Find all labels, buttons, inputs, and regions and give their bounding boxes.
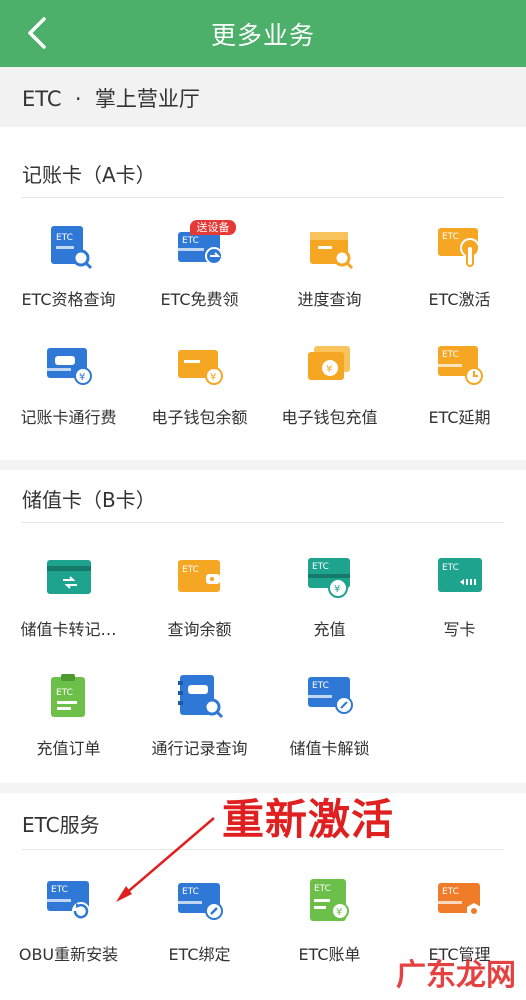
section-title-c: ETC服务: [22, 813, 100, 837]
etc-card-refresh-icon: ETC: [47, 881, 90, 920]
etc-card-gear-icon: ETC: [438, 883, 481, 919]
car-card-yuan-icon: ¥: [47, 348, 92, 385]
item-progress-query[interactable]: 进度查询: [264, 224, 395, 334]
item-label: 通行记录查询: [151, 739, 248, 758]
etc-card-recharge-icon: ETC ¥: [308, 558, 350, 598]
item-label: ETC延期: [428, 408, 491, 427]
etc-card-link-icon: ETC: [178, 883, 223, 920]
svg-text:ETC: ETC: [442, 887, 459, 897]
svg-text:ETC: ETC: [442, 563, 459, 573]
item-etc-free-get[interactable]: ETC ETC免费领: [134, 224, 265, 334]
section-title-a: 记账卡（A卡）: [22, 163, 156, 187]
item-label: 充值: [313, 620, 346, 639]
watermark: 广东龙网: [396, 958, 516, 993]
item-recharge-order[interactable]: ETC 充值订单: [3, 673, 134, 783]
divider: [22, 849, 504, 850]
page-title: 更多业务: [210, 21, 315, 50]
car-notebook-search-icon: [178, 675, 224, 719]
etc-wallet-icon: ETC: [178, 560, 220, 592]
app-header: 更多业务: [0, 0, 526, 67]
item-etc-activate[interactable]: ETC ETC激活: [394, 224, 525, 334]
item-label: OBU重新安装: [18, 945, 119, 964]
item-etc-bill[interactable]: ETC ¥ ETC账单: [264, 879, 395, 989]
svg-text:ETC: ETC: [442, 350, 459, 360]
etc-card-key-icon: ETC: [308, 677, 353, 714]
item-label: ETC绑定: [168, 945, 231, 964]
svg-text:¥: ¥: [79, 372, 85, 383]
item-etc-bind[interactable]: ETC ETC绑定: [134, 879, 265, 989]
item-obu-reinstall[interactable]: ETC OBU重新安装: [3, 879, 134, 989]
section-a-card: 记账卡（A卡） ETC ETC资格查询 ETC ETC免费领 进度查询 ETC …: [0, 127, 526, 460]
clipboard-etc-icon: ETC: [51, 674, 85, 717]
annotation-text: 重新激活: [222, 795, 395, 844]
item-label: 储值卡解锁: [289, 739, 370, 758]
item-label: 记账卡通行费: [20, 408, 117, 427]
item-etc-extend[interactable]: ETC ETC延期: [394, 342, 525, 452]
svg-text:ETC: ETC: [51, 885, 68, 895]
item-label: 进度查询: [297, 290, 362, 309]
cards-yuan-icon: ¥: [308, 346, 350, 380]
svg-text:ETC: ETC: [312, 562, 329, 572]
gift-device-badge: 送设备: [190, 220, 236, 235]
item-wallet-recharge[interactable]: ¥ 电子钱包充值: [264, 342, 395, 452]
item-label: 充值订单: [36, 739, 101, 758]
etc-card-search-icon: ETC: [51, 226, 93, 270]
etc-bill-yuan-icon: ETC ¥: [310, 879, 349, 921]
breadcrumb-text: ETC · 掌上营业厅: [22, 87, 200, 111]
divider: [22, 522, 504, 523]
card-transfer-icon: [47, 560, 91, 594]
wallet-yuan-icon: ¥: [178, 350, 223, 385]
item-stored-to-credit[interactable]: 储值卡转记…: [3, 554, 134, 664]
item-recharge[interactable]: ETC ¥ 充值: [264, 554, 395, 664]
svg-text:ETC: ETC: [56, 688, 73, 698]
breadcrumb: ETC · 掌上营业厅: [0, 67, 526, 127]
etc-card-clock-icon: ETC: [438, 346, 483, 385]
item-label: ETC激活: [428, 290, 491, 309]
item-label: 写卡: [443, 620, 476, 639]
item-label: 电子钱包余额: [151, 408, 248, 427]
svg-text:ETC: ETC: [442, 232, 459, 242]
item-label: ETC账单: [298, 945, 361, 964]
etc-card-signal-icon: ETC: [438, 558, 482, 592]
svg-text:¥: ¥: [336, 907, 342, 918]
svg-text:¥: ¥: [326, 364, 332, 375]
item-label: ETC资格查询: [21, 290, 116, 309]
item-wallet-balance[interactable]: ¥ 电子钱包余额: [134, 342, 265, 452]
section-b-card: 储值卡（B卡） 储值卡转记… ETC 查询余额 ETC ¥ 充值 ETC 写卡 …: [0, 470, 526, 783]
divider: [22, 197, 504, 198]
svg-text:¥: ¥: [334, 584, 340, 595]
svg-text:ETC: ETC: [182, 887, 199, 897]
item-label: 查询余额: [167, 620, 232, 639]
item-traffic-record-query[interactable]: 通行记录查询: [134, 673, 265, 783]
item-label: 储值卡转记…: [20, 620, 117, 639]
item-label: 电子钱包充值: [281, 408, 378, 427]
item-write-card[interactable]: ETC 写卡: [394, 554, 525, 664]
svg-text:¥: ¥: [210, 372, 216, 383]
section-title-b: 储值卡（B卡）: [22, 488, 156, 512]
svg-text:ETC: ETC: [314, 884, 331, 894]
item-label: ETC免费领: [160, 290, 239, 309]
svg-text:ETC: ETC: [312, 681, 329, 691]
svg-text:ETC: ETC: [56, 233, 73, 243]
item-query-balance[interactable]: ETC 查询余额: [134, 554, 265, 664]
box-search-icon: [310, 232, 354, 270]
item-stored-card-unlock[interactable]: ETC 储值卡解锁: [264, 673, 395, 783]
etc-card-tap-icon: ETC: [438, 228, 480, 267]
svg-text:ETC: ETC: [182, 236, 199, 246]
item-etc-eligibility-query[interactable]: ETC ETC资格查询: [3, 224, 134, 334]
svg-text:ETC: ETC: [182, 565, 199, 575]
item-card-toll[interactable]: ¥ 记账卡通行费: [3, 342, 134, 452]
